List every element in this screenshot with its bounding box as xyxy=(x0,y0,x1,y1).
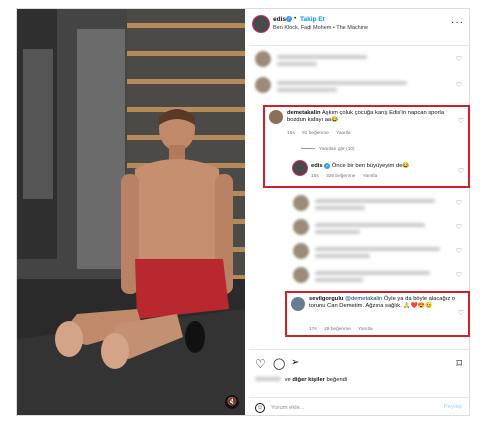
comment-time: 17s xyxy=(309,327,317,332)
commenter-avatar[interactable] xyxy=(291,297,305,311)
blurred-avatar xyxy=(293,219,309,235)
follow-button[interactable]: Takip Et xyxy=(300,16,325,23)
likes-summary[interactable]: ve diğer kişiler beğendi xyxy=(255,377,347,383)
blurred-text xyxy=(315,271,430,275)
blurred-text xyxy=(315,206,365,210)
blurred-avatar xyxy=(255,77,271,93)
blurred-text xyxy=(315,199,435,203)
commenter-avatar[interactable] xyxy=(269,110,283,124)
list-item: ♡ xyxy=(249,75,470,97)
blurred-avatar xyxy=(293,243,309,259)
heart-icon[interactable]: ♡ xyxy=(456,55,462,63)
more-horizontal-icon[interactable]: ··· xyxy=(451,17,464,28)
view-replies-button[interactable]: Yanıtları gör (10) xyxy=(301,147,355,152)
add-comment-bar: ☺ Paylaş xyxy=(249,403,470,415)
heart-icon[interactable]: ♡ xyxy=(458,309,464,317)
list-item: ♡ xyxy=(249,49,470,71)
reply-button[interactable]: Yanıtla xyxy=(358,327,373,332)
bookmark-icon[interactable]: ⌑ xyxy=(456,357,462,370)
blurred-avatar xyxy=(255,51,271,67)
post-header: edis ✓ • Takip Et Ben Klock, Fadi Mohem … xyxy=(249,13,470,41)
blurred-text xyxy=(277,55,367,59)
heart-icon[interactable]: ♡ xyxy=(456,81,462,89)
verified-badge-icon: ✓ xyxy=(286,16,292,22)
blurred-liker-name xyxy=(255,377,281,382)
blurred-text xyxy=(277,88,337,92)
blurred-avatar xyxy=(293,267,309,283)
likes-others[interactable]: diğer kişiler xyxy=(292,377,325,383)
list-item: ♡ xyxy=(249,241,470,263)
comment-meta: 17s 29 beğenme Yanıtla xyxy=(309,327,379,332)
post-author-username[interactable]: edis xyxy=(273,16,286,23)
blurred-text xyxy=(315,254,370,258)
blurred-avatar xyxy=(293,195,309,211)
comment-input[interactable] xyxy=(271,403,421,413)
reply-username[interactable]: edis xyxy=(311,163,323,169)
instagram-post-screenshot: 🔇 edis ✓ • Takip Et Ben Klock, Fadi Mohe… xyxy=(16,8,470,416)
audio-attribution[interactable]: Ben Klock, Fadi Mohem • The Machine xyxy=(273,25,368,31)
share-icon[interactable]: ➢ xyxy=(291,357,299,368)
verified-badge-icon: ✓ xyxy=(324,163,331,169)
header-divider xyxy=(249,45,470,46)
post-photo[interactable]: 🔇 xyxy=(17,9,245,415)
heart-icon[interactable]: ♡ xyxy=(456,271,462,279)
reply-meta: 15s 326 beğenme Yanıtla xyxy=(311,174,383,179)
comment-username[interactable]: demetakalin xyxy=(287,110,321,116)
heart-icon[interactable]: ♡ xyxy=(255,357,266,371)
reply-body: Önce bir ben büyüyeyim de😂 xyxy=(331,163,410,169)
blurred-text xyxy=(315,223,425,227)
comment-divider xyxy=(249,397,470,398)
list-item: ♡ xyxy=(249,193,470,215)
comment-username[interactable]: sevilgorgulu xyxy=(309,296,343,302)
reply-time: 15s xyxy=(311,174,319,179)
reply-likes[interactable]: 326 beğenme xyxy=(326,174,355,179)
blurred-text xyxy=(315,278,363,282)
heart-icon[interactable]: ♡ xyxy=(456,247,462,255)
blurred-text xyxy=(277,81,407,85)
post-actions: ♡ ◯ ➢ ⌑ xyxy=(249,355,470,375)
comment-meta: 15s 91 beğenme Yanıtla xyxy=(287,131,357,136)
reply-text: edis ✓ Önce bir ben büyüyeyim de😂 xyxy=(311,163,461,170)
likes-conjunction: ve xyxy=(284,377,291,383)
highlighted-comment: sevilgorgulu @demetakalin Öyle ya da böy… xyxy=(285,291,470,337)
comment-icon[interactable]: ◯ xyxy=(273,357,285,370)
gym-scene-illustration xyxy=(17,9,245,415)
reply-button[interactable]: Yanıtla xyxy=(363,174,378,179)
header-separator: • xyxy=(294,15,297,22)
blurred-text xyxy=(277,62,317,66)
comment-likes[interactable]: 29 beğenme xyxy=(324,327,351,332)
reply-button[interactable]: Yanıtla xyxy=(336,131,351,136)
post-comment-button[interactable]: Paylaş xyxy=(444,404,462,410)
actions-divider xyxy=(249,349,470,350)
reply-author-avatar[interactable] xyxy=(293,161,307,175)
comment-text: demetakalin Aşkım çoluk çocuğa karış Edi… xyxy=(287,110,462,124)
highlighted-comment-thread: demetakalin Aşkım çoluk çocuğa karış Edi… xyxy=(263,105,470,188)
comment-mention[interactable]: @demetakalin xyxy=(345,296,382,302)
post-author-avatar[interactable] xyxy=(253,16,269,32)
list-item: ♡ xyxy=(249,217,470,239)
emoji-icon[interactable]: ☺ xyxy=(255,403,265,413)
blurred-text xyxy=(315,230,360,234)
likes-suffix: beğendi xyxy=(326,377,348,383)
mute-icon[interactable]: 🔇 xyxy=(225,395,239,409)
comment-text: sevilgorgulu @demetakalin Öyle ya da böy… xyxy=(309,296,464,310)
heart-icon[interactable]: ♡ xyxy=(458,117,464,125)
list-item: ♡ xyxy=(249,265,470,287)
heart-icon[interactable]: ♡ xyxy=(456,223,462,231)
comment-likes[interactable]: 91 beğenme xyxy=(302,131,329,136)
post-side-panel: edis ✓ • Takip Et Ben Klock, Fadi Mohem … xyxy=(249,9,470,415)
blurred-text xyxy=(315,247,440,251)
heart-icon[interactable]: ♡ xyxy=(456,199,462,207)
heart-icon[interactable]: ♡ xyxy=(458,167,464,175)
comment-time: 15s xyxy=(287,131,295,136)
